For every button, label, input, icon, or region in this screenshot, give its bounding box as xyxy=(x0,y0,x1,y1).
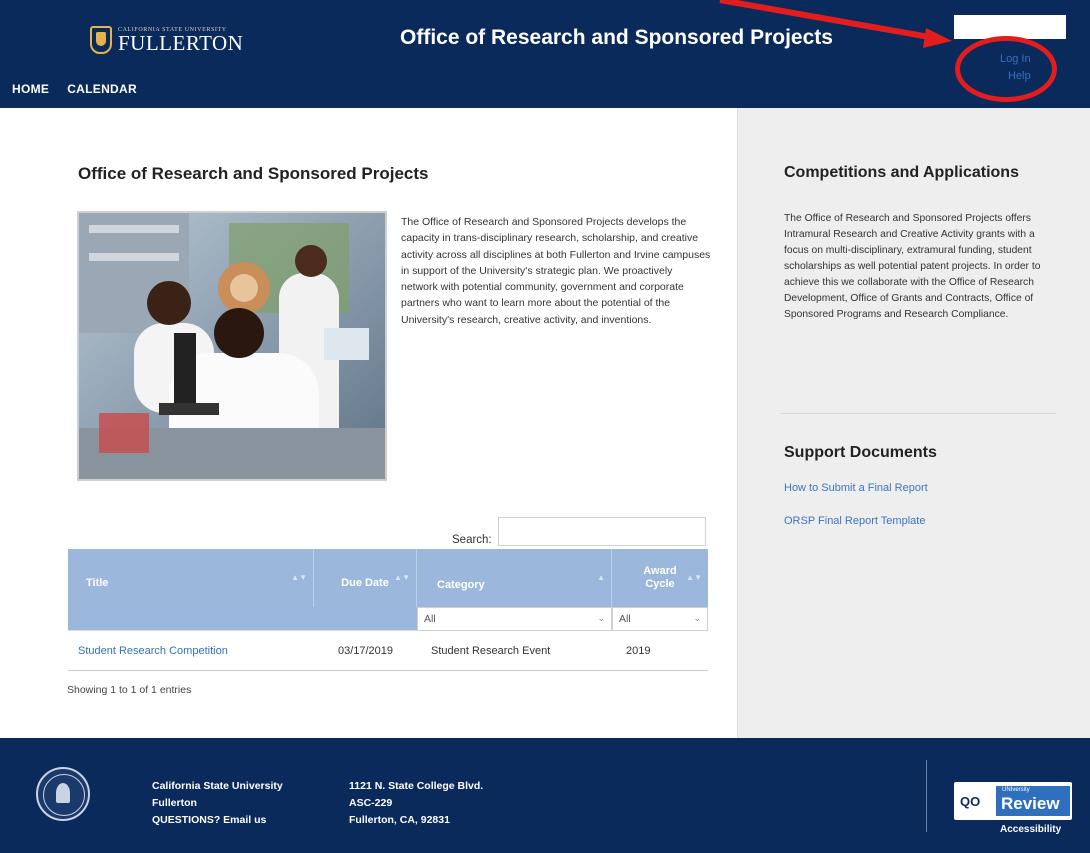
footer-street: 1121 N. State College Blvd. xyxy=(349,780,484,792)
nav-calendar[interactable]: CALENDAR xyxy=(67,82,137,96)
lab-photo-image xyxy=(79,213,385,479)
column-header-title[interactable]: Title ▲▼ xyxy=(68,549,314,607)
award-cycle-cell: 2019 xyxy=(626,644,651,657)
sort-icon: ▲ xyxy=(597,573,605,582)
final-report-howto-link[interactable]: How to Submit a Final Report xyxy=(784,482,928,494)
column-header-due-date[interactable]: Due Date ▲▼ xyxy=(314,549,417,607)
badge-small-label: UNIversity xyxy=(1002,787,1030,793)
support-documents-heading: Support Documents xyxy=(784,444,937,461)
page-title: Office of Research and Sponsored Project… xyxy=(78,164,429,183)
university-seal-icon xyxy=(36,767,90,821)
column-header-category[interactable]: Category ▲ xyxy=(417,549,612,607)
competition-title-link[interactable]: Student Research Competition xyxy=(68,645,314,657)
category-cell: Student Research Event xyxy=(431,644,551,657)
footer-address: 1121 N. State College Blvd. ASC-229 Full… xyxy=(349,778,483,829)
badge-accessibility-label: Accessibility xyxy=(1000,824,1062,835)
divider xyxy=(926,760,927,832)
final-report-template-link[interactable]: ORSP Final Report Template xyxy=(784,515,925,527)
competitions-table: Title ▲▼ Due Date ▲▼ Category ▲ Award Cy… xyxy=(68,549,708,671)
category-filter-select[interactable]: All ⌄ xyxy=(417,607,612,631)
chevron-down-icon: ⌄ xyxy=(597,613,605,623)
site-header: CALIFORNIA STATE UNIVERSITY FULLERTON Of… xyxy=(0,0,1090,108)
filter-row: All ⌄ All ⌄ xyxy=(68,607,708,631)
footer-contact: California State University Fullerton QU… xyxy=(152,778,283,829)
table-header: Title ▲▼ Due Date ▲▼ Category ▲ Award Cy… xyxy=(68,549,708,607)
footer-email-link[interactable]: QUESTIONS? Email us xyxy=(152,812,283,829)
search-label: Search: xyxy=(452,534,492,546)
column-header-award-cycle[interactable]: Award Cycle ▲▼ xyxy=(612,549,708,607)
footer-university: California State University xyxy=(152,780,283,792)
competitions-heading: Competitions and Applications xyxy=(784,164,1019,181)
footer-room: ASC-229 xyxy=(349,797,393,809)
nav-home[interactable]: HOME xyxy=(12,82,49,96)
table-row: Student Research Competition 03/17/2019 … xyxy=(68,631,708,671)
site-footer: California State University Fullerton QU… xyxy=(0,738,1090,853)
accessibility-badge[interactable]: QO UNIversity Review Accessibility xyxy=(954,782,1072,840)
footer-campus: Fullerton xyxy=(152,797,197,809)
main-content: Office of Research and Sponsored Project… xyxy=(0,108,737,738)
competitions-paragraph: The Office of Research and Sponsored Pro… xyxy=(784,213,1041,320)
site-title: Office of Research and Sponsored Project… xyxy=(400,26,833,49)
logo-wordmark: FULLERTON xyxy=(118,31,244,55)
table-info: Showing 1 to 1 of 1 entries xyxy=(67,684,192,696)
award-cycle-filter-select[interactable]: All ⌄ xyxy=(612,607,708,631)
due-date-cell: 03/17/2019 xyxy=(337,644,394,657)
footer-city: Fullerton, CA, 92831 xyxy=(349,814,450,826)
chevron-down-icon: ⌄ xyxy=(693,613,701,623)
lab-photo xyxy=(77,211,387,481)
logo-seal-icon xyxy=(90,26,112,54)
main-nav: HOME CALENDAR xyxy=(12,82,137,96)
search-input[interactable] xyxy=(498,517,706,546)
sort-icon: ▲▼ xyxy=(394,573,410,582)
badge-review-label: Review xyxy=(1001,794,1060,813)
badge-logo-icon: QO xyxy=(960,794,981,809)
sort-icon: ▲▼ xyxy=(291,573,307,582)
sort-icon: ▲▼ xyxy=(686,573,702,582)
intro-paragraph: The Office of Research and Sponsored Pro… xyxy=(401,216,711,326)
university-logo[interactable]: CALIFORNIA STATE UNIVERSITY FULLERTON xyxy=(90,18,243,62)
annotation-circle xyxy=(955,36,1057,102)
divider xyxy=(780,413,1056,414)
sidebar: Competitions and Applications The Office… xyxy=(737,108,1090,738)
